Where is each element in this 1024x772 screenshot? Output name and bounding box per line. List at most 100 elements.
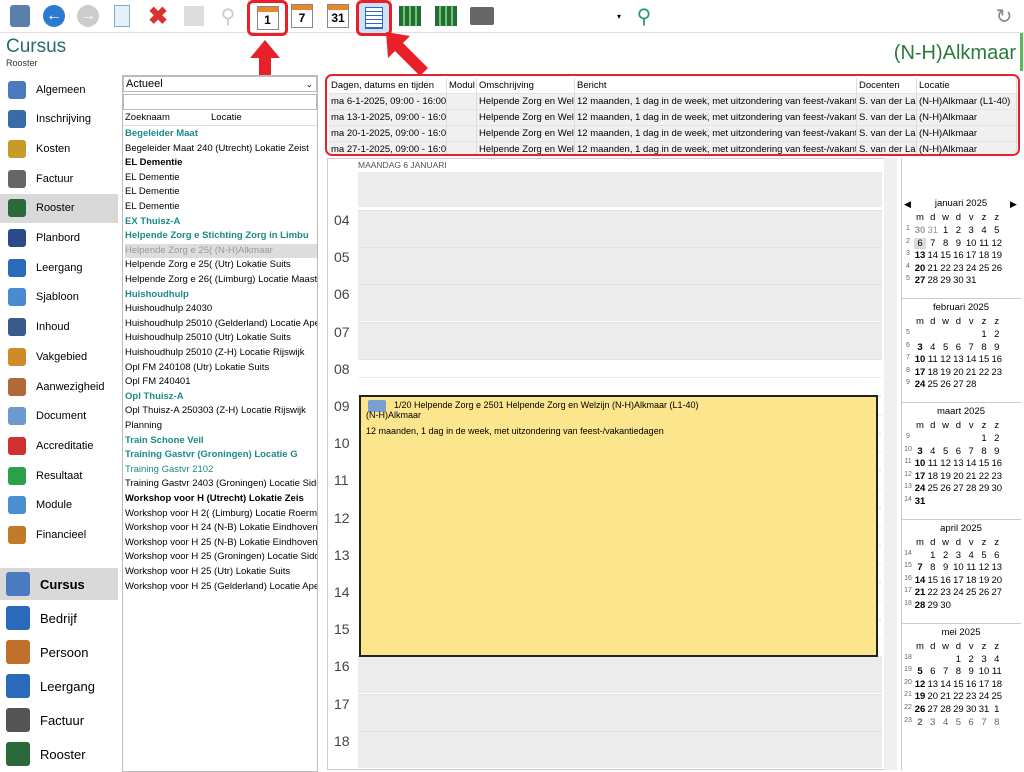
day-cell[interactable]: 27 — [952, 379, 964, 390]
day-cell[interactable]: 3 — [914, 342, 926, 353]
day-cell[interactable]: 27 — [914, 275, 926, 286]
day-cell[interactable]: 28 — [965, 483, 977, 494]
day-cell[interactable]: 19 — [978, 575, 990, 586]
list-item[interactable]: Begeleider Maat 240 (Utrecht) Lokatie Ze… — [125, 142, 317, 156]
day-cell[interactable]: 9 — [952, 238, 964, 249]
module-leergang[interactable]: Leergang — [0, 670, 118, 702]
list-item[interactable]: EL Dementie — [125, 200, 317, 214]
table-row[interactable]: ma 27-1-2025, 09:00 - 16:0 Helpende Zorg … — [329, 142, 1018, 154]
day-cell[interactable]: 1 — [978, 329, 990, 340]
day-cell[interactable]: 29 — [940, 275, 952, 286]
day-cell[interactable]: 3 — [952, 550, 964, 561]
day-cell[interactable]: 6 — [927, 666, 939, 677]
list-item[interactable]: Workshop voor H 25 (Gelderland) Locatie … — [125, 580, 317, 594]
sidebar-item-aanwezigheid[interactable]: Aanwezigheid — [0, 372, 118, 401]
day-cell[interactable]: 27 — [927, 704, 939, 715]
day-cell[interactable]: 4 — [940, 717, 952, 728]
day-cell[interactable]: 28 — [927, 275, 939, 286]
list-item[interactable]: Huishoudhulp — [125, 288, 317, 302]
list-item[interactable]: Workshop voor H 25 (N-B) Lokatie Eindhov… — [125, 536, 317, 550]
table-header-cell[interactable]: Dagen, datums en tijden — [329, 78, 447, 93]
day-cell[interactable]: 4 — [991, 654, 1003, 665]
printer-icon[interactable] — [468, 2, 496, 30]
day-cell[interactable]: 2 — [965, 654, 977, 665]
sidebar-item-module[interactable]: Module — [0, 491, 118, 520]
day-cell[interactable]: 29 — [927, 600, 939, 611]
day-cell[interactable]: 8 — [978, 342, 990, 353]
day-cell[interactable]: 13 — [914, 250, 926, 261]
day-cell[interactable]: 7 — [927, 238, 939, 249]
day-cell[interactable]: 30 — [940, 600, 952, 611]
day-cell[interactable]: 20 — [952, 367, 964, 378]
day-cell[interactable]: 9 — [965, 666, 977, 677]
day-cell[interactable]: 22 — [978, 471, 990, 482]
list-item[interactable]: Workshop voor H 25 (Groningen) Locatie S… — [125, 550, 317, 564]
day-cell[interactable]: 26 — [991, 263, 1003, 274]
day-cell[interactable]: 12 — [914, 679, 926, 690]
delete-icon[interactable]: ✖ — [144, 2, 172, 30]
day-cell[interactable]: 20 — [991, 575, 1003, 586]
day-cell[interactable]: 10 — [914, 458, 926, 469]
sidebar-item-leergang[interactable]: Leergang — [0, 253, 118, 282]
list-item[interactable]: Opl Thuisz-A 250303 (Z-H) Locatie Rijswi… — [125, 404, 317, 418]
day-cell[interactable]: 29 — [978, 483, 990, 494]
day-cell[interactable]: 28 — [940, 704, 952, 715]
list-item[interactable]: Training Gastvr 2102 — [125, 463, 317, 477]
day-cell[interactable]: 3 — [914, 446, 926, 457]
list-item[interactable]: Workshop voor H 2( (Limburg) Locatie Roe… — [125, 507, 317, 521]
day-cell[interactable]: 24 — [952, 587, 964, 598]
day-cell[interactable]: 20 — [927, 691, 939, 702]
day-cell[interactable]: 23 — [940, 587, 952, 598]
grid-icon[interactable] — [396, 2, 424, 30]
day-cell[interactable]: 8 — [978, 446, 990, 457]
day-cell[interactable]: 6 — [965, 717, 977, 728]
day-cell[interactable]: 2 — [991, 433, 1003, 444]
list-item[interactable]: Huishoudhulp 25010 (Gelderland) Locatie … — [125, 317, 317, 331]
day-cell[interactable]: 5 — [991, 225, 1003, 236]
day-cell[interactable]: 25 — [978, 263, 990, 274]
day-cell[interactable]: 10 — [978, 666, 990, 677]
list-item[interactable]: Helpende Zorg e 26( (Limburg) Locatie Ma… — [125, 273, 317, 287]
day-cell[interactable]: 1 — [940, 225, 952, 236]
module-factuur[interactable]: Factuur — [0, 704, 118, 736]
day-cell[interactable]: 8 — [952, 666, 964, 677]
day-cell[interactable]: 17 — [914, 471, 926, 482]
sidebar-item-rooster[interactable]: Rooster — [0, 193, 118, 223]
day-cell[interactable]: 6 — [914, 237, 926, 249]
filter-dropdown[interactable]: Actueel ⌄ — [123, 76, 317, 92]
list-item[interactable]: Opl FM 240401 — [125, 375, 317, 389]
day-cell[interactable]: 24 — [978, 691, 990, 702]
day-cell[interactable]: 15 — [978, 458, 990, 469]
back-icon[interactable]: ← — [40, 2, 68, 30]
day-cell[interactable]: 15 — [927, 575, 939, 586]
day-cell[interactable]: 7 — [978, 717, 990, 728]
day-cell[interactable]: 3 — [978, 654, 990, 665]
day-cell[interactable]: 13 — [991, 562, 1003, 573]
day-cell[interactable]: 15 — [978, 354, 990, 365]
day-cell[interactable]: 4 — [978, 225, 990, 236]
day-cell[interactable]: 7 — [965, 342, 977, 353]
day-cell[interactable]: 10 — [914, 354, 926, 365]
table-header-cell[interactable]: Docenten — [857, 78, 917, 93]
list-item[interactable]: Workshop voor H 25 (Utr) Lokatie Suits — [125, 565, 317, 579]
day-cell[interactable]: 18 — [927, 471, 939, 482]
day-cell[interactable]: 14 — [965, 458, 977, 469]
day-cell[interactable]: 31 — [965, 275, 977, 286]
list-item[interactable]: EL Dementie — [125, 156, 317, 170]
day-cell[interactable]: 24 — [914, 379, 926, 390]
day-cell[interactable]: 5 — [940, 342, 952, 353]
day-cell[interactable]: 26 — [940, 483, 952, 494]
day-cell[interactable]: 21 — [965, 471, 977, 482]
day-cell[interactable]: 23 — [952, 263, 964, 274]
day-cell[interactable]: 9 — [991, 342, 1003, 353]
day-cell[interactable]: 23 — [991, 367, 1003, 378]
day-cell[interactable]: 2 — [952, 225, 964, 236]
sidebar-item-document[interactable]: Document — [0, 402, 118, 431]
day-cell[interactable]: 17 — [914, 367, 926, 378]
day-cell[interactable]: 3 — [927, 717, 939, 728]
portrait-icon[interactable] — [6, 2, 34, 30]
day-cell[interactable]: 6 — [991, 550, 1003, 561]
sidebar-item-inschrijving[interactable]: Inschrijving — [0, 105, 118, 134]
day-cell[interactable]: 2 — [940, 550, 952, 561]
day-cell[interactable]: 6 — [952, 342, 964, 353]
